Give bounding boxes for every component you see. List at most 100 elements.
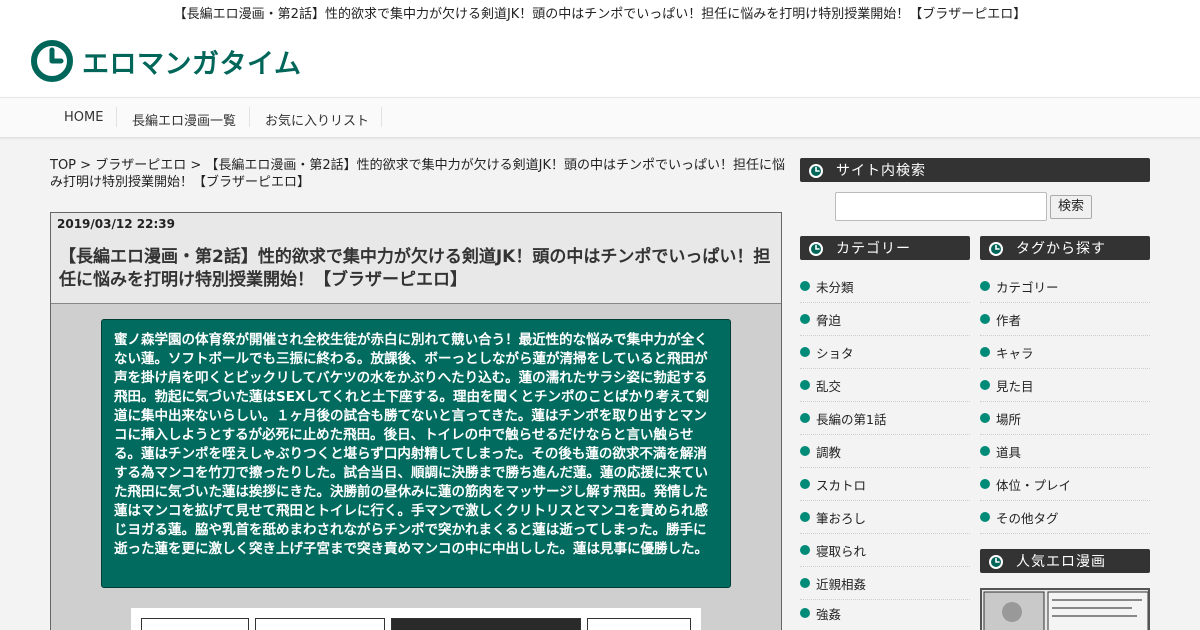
article: 2019/03/12 22:39 【長編エロ漫画・第2話】性的欲求で集中力が欠け…	[50, 212, 782, 630]
bullet-dot-icon	[800, 281, 810, 291]
bullet-dot-icon	[800, 545, 810, 555]
category-item[interactable]: 強姦	[800, 597, 970, 630]
category-item-label: 脅迫	[816, 312, 842, 328]
bullet-dot-icon	[980, 413, 990, 423]
bullet-dot-icon	[980, 281, 990, 291]
popular-heading-label: 人気エロ漫画	[1016, 554, 1106, 570]
nav-item-favorites[interactable]: お気に入りリスト	[265, 110, 369, 129]
manga-page-image[interactable]	[131, 608, 701, 630]
bullet-dot-icon	[800, 347, 810, 357]
article-date: 2019/03/12 22:39	[57, 217, 175, 231]
category-item[interactable]: 乱交	[800, 369, 970, 402]
category-item[interactable]: スカトロ	[800, 468, 970, 501]
bullet-dot-icon	[800, 413, 810, 423]
tag-heading: タグから探す	[980, 236, 1150, 260]
category-item[interactable]: 筆おろし	[800, 501, 970, 534]
breadcrumb-separator: >	[190, 158, 202, 173]
category-item[interactable]: 調教	[800, 435, 970, 468]
search-heading-label: サイト内検索	[836, 163, 926, 179]
manga-panel	[587, 618, 691, 630]
breadcrumb-category[interactable]: ブラザーピエロ	[95, 158, 186, 173]
category-item-label: 乱交	[816, 378, 842, 394]
category-item-label: スカトロ	[816, 477, 867, 493]
tag-heading-label: タグから探す	[1016, 241, 1106, 257]
category-item-label: 未分類	[816, 279, 854, 295]
clock-icon	[989, 555, 1003, 569]
popular-manga-thumbnail[interactable]	[980, 588, 1150, 630]
clock-icon	[989, 242, 1003, 256]
category-item-label: 調教	[816, 444, 842, 460]
breadcrumb-separator: >	[80, 158, 92, 173]
bullet-dot-icon	[800, 479, 810, 489]
tag-item[interactable]: 見た目	[980, 369, 1150, 402]
search-input[interactable]	[835, 192, 1047, 221]
bullet-dot-icon	[800, 512, 810, 522]
bullet-dot-icon	[980, 347, 990, 357]
category-item[interactable]: 近親相姦	[800, 567, 970, 600]
article-header: 2019/03/12 22:39 【長編エロ漫画・第2話】性的欲求で集中力が欠け…	[51, 213, 781, 304]
tag-item-label: カテゴリー	[996, 279, 1059, 295]
tag-item-label: 体位・プレイ	[996, 477, 1072, 493]
bullet-dot-icon	[980, 380, 990, 390]
search-button[interactable]: 検索	[1050, 195, 1092, 219]
tag-item-label: 道具	[996, 444, 1022, 460]
bullet-dot-icon	[800, 380, 810, 390]
search-heading: サイト内検索	[800, 158, 1150, 182]
clock-icon	[31, 40, 73, 82]
category-item[interactable]: 寝取られ	[800, 534, 970, 567]
tag-item[interactable]: カテゴリー	[980, 270, 1150, 303]
site-logo[interactable]: エロマンガタイム	[30, 39, 301, 83]
category-item-label: 強姦	[816, 607, 842, 622]
tag-item-label: その他タグ	[996, 510, 1059, 526]
nav-divider	[116, 107, 117, 127]
manga-thumbnail-art	[982, 590, 1148, 630]
tag-item-label: 見た目	[996, 378, 1034, 394]
manga-panel	[255, 618, 385, 630]
logo-text: エロマンガタイム	[82, 48, 302, 80]
category-item[interactable]: 脅迫	[800, 303, 970, 336]
clock-icon	[809, 242, 823, 256]
site-header: 【長編エロ漫画・第2話】性的欲求で集中力が欠ける剣道JK！頭の中はチンポでいっぱ…	[0, 0, 1200, 97]
tag-item-label: 作者	[996, 312, 1022, 328]
bullet-dot-icon	[800, 446, 810, 456]
tag-item-label: 場所	[996, 411, 1022, 427]
category-heading: カテゴリー	[800, 236, 970, 260]
bullet-dot-icon	[800, 314, 810, 324]
tag-item[interactable]: その他タグ	[980, 501, 1150, 534]
article-summary: 蜜ノ森学園の体育祭が開催され全校生徒が赤白に別れて競い合う！最近性的な悩みで集中…	[101, 319, 731, 588]
nav-item-long-manga-list[interactable]: 長編エロ漫画一覧	[132, 110, 236, 129]
bullet-dot-icon	[800, 578, 810, 588]
bullet-dot-icon	[980, 512, 990, 522]
nav-item-home[interactable]: HOME	[64, 110, 103, 125]
bullet-dot-icon	[980, 314, 990, 324]
tag-item[interactable]: 道具	[980, 435, 1150, 468]
article-title: 【長編エロ漫画・第2話】性的欲求で集中力が欠ける剣道JK！頭の中はチンポでいっぱ…	[59, 247, 771, 290]
popular-heading: 人気エロ漫画	[980, 549, 1150, 573]
tag-item[interactable]: 作者	[980, 303, 1150, 336]
breadcrumb-home[interactable]: TOP	[50, 158, 76, 173]
tag-item[interactable]: 体位・プレイ	[980, 468, 1150, 501]
tag-item[interactable]: キャラ	[980, 336, 1150, 369]
category-heading-label: カテゴリー	[836, 241, 911, 257]
manga-panel	[141, 618, 249, 630]
category-item-label: 長編の第1話	[816, 411, 887, 427]
category-item-label: 近親相姦	[816, 576, 867, 592]
category-item-label: 寝取られ	[816, 543, 867, 559]
tag-item-label: キャラ	[996, 345, 1034, 361]
bullet-dot-icon	[800, 608, 810, 618]
main-nav: HOME 長編エロ漫画一覧 お気に入りリスト	[0, 97, 1200, 138]
manga-panel	[391, 618, 581, 630]
category-item[interactable]: 未分類	[800, 270, 970, 303]
site-tagline: 【長編エロ漫画・第2話】性的欲求で集中力が欠ける剣道JK！頭の中はチンポでいっぱ…	[173, 7, 1027, 22]
category-item[interactable]: ショタ	[800, 336, 970, 369]
clock-icon	[809, 164, 823, 178]
breadcrumb: TOP > ブラザーピエロ > 【長編エロ漫画・第2話】性的欲求で集中力が欠ける…	[50, 157, 795, 191]
nav-divider	[381, 107, 382, 127]
tag-item[interactable]: 場所	[980, 402, 1150, 435]
category-item-label: 筆おろし	[816, 510, 867, 526]
nav-divider	[249, 107, 250, 127]
category-item[interactable]: 長編の第1話	[800, 402, 970, 435]
bullet-dot-icon	[980, 446, 990, 456]
category-item-label: ショタ	[816, 345, 854, 361]
bullet-dot-icon	[980, 479, 990, 489]
